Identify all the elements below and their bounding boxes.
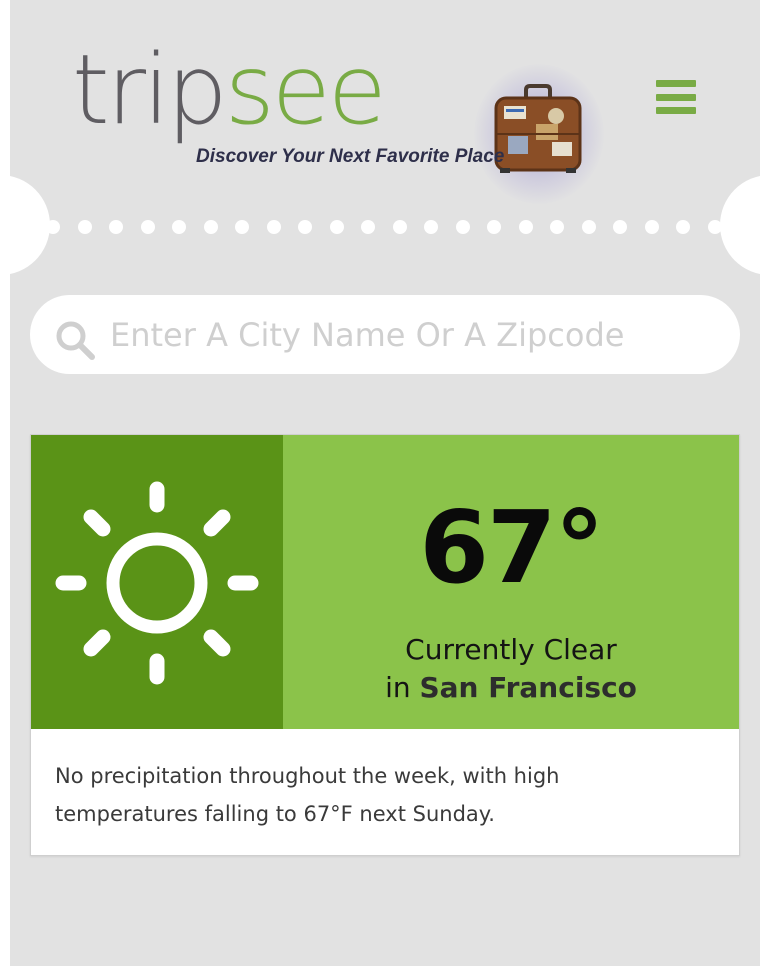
suitcase-icon xyxy=(494,84,582,173)
divider-dot xyxy=(266,220,281,234)
divider-dot xyxy=(172,220,186,234)
divider-dot xyxy=(455,220,470,234)
divider-dot xyxy=(329,220,344,234)
divider-dot xyxy=(707,220,722,234)
logo[interactable]: tripsee Discover Your Next Favorite Plac… xyxy=(72,40,604,204)
divider-dot xyxy=(550,220,564,234)
divider-left-notch xyxy=(10,175,50,275)
weather-info-panel: 67° Currently Clear in San Francisco xyxy=(283,435,739,729)
divider-dot xyxy=(613,220,627,234)
divider-dot xyxy=(644,220,659,234)
weather-icon-panel xyxy=(31,435,283,729)
divider-dot xyxy=(581,220,596,234)
logo-wordmark: tripsee xyxy=(72,40,387,140)
divider-dot xyxy=(140,220,155,234)
weather-location: in San Francisco xyxy=(283,669,739,707)
weather-condition: Currently Clear xyxy=(405,633,617,666)
divider-dots xyxy=(46,220,736,234)
weather-card: 67° Currently Clear in San Francisco No … xyxy=(30,434,740,856)
divider-dot xyxy=(77,220,92,234)
logo-trip-text: trip xyxy=(72,34,228,146)
dotted-divider xyxy=(10,175,760,285)
divider-dot xyxy=(203,220,218,234)
divider-dot xyxy=(392,220,407,234)
divider-dot xyxy=(487,220,501,234)
divider-dot xyxy=(361,220,375,234)
location-prefix: in xyxy=(385,671,411,704)
hamburger-menu-icon[interactable] xyxy=(656,80,696,114)
sun-icon xyxy=(55,481,259,685)
divider-dot xyxy=(298,220,312,234)
logo-see-text: see xyxy=(224,34,387,146)
weather-summary: No precipitation throughout the week, wi… xyxy=(55,764,560,826)
page: tripsee Discover Your Next Favorite Plac… xyxy=(10,0,760,966)
divider-dot xyxy=(424,220,438,234)
divider-dot xyxy=(676,220,690,234)
divider-dot xyxy=(518,220,533,234)
divider-dot xyxy=(235,220,249,234)
divider-dot xyxy=(46,220,60,234)
search-icon xyxy=(56,321,95,360)
search-bar[interactable] xyxy=(30,295,740,374)
divider-dot xyxy=(109,220,123,234)
temperature: 67° xyxy=(419,489,604,606)
search-input[interactable] xyxy=(110,305,720,365)
city-name: San Francisco xyxy=(419,671,637,704)
tagline: Discover Your Next Favorite Place xyxy=(196,146,505,167)
